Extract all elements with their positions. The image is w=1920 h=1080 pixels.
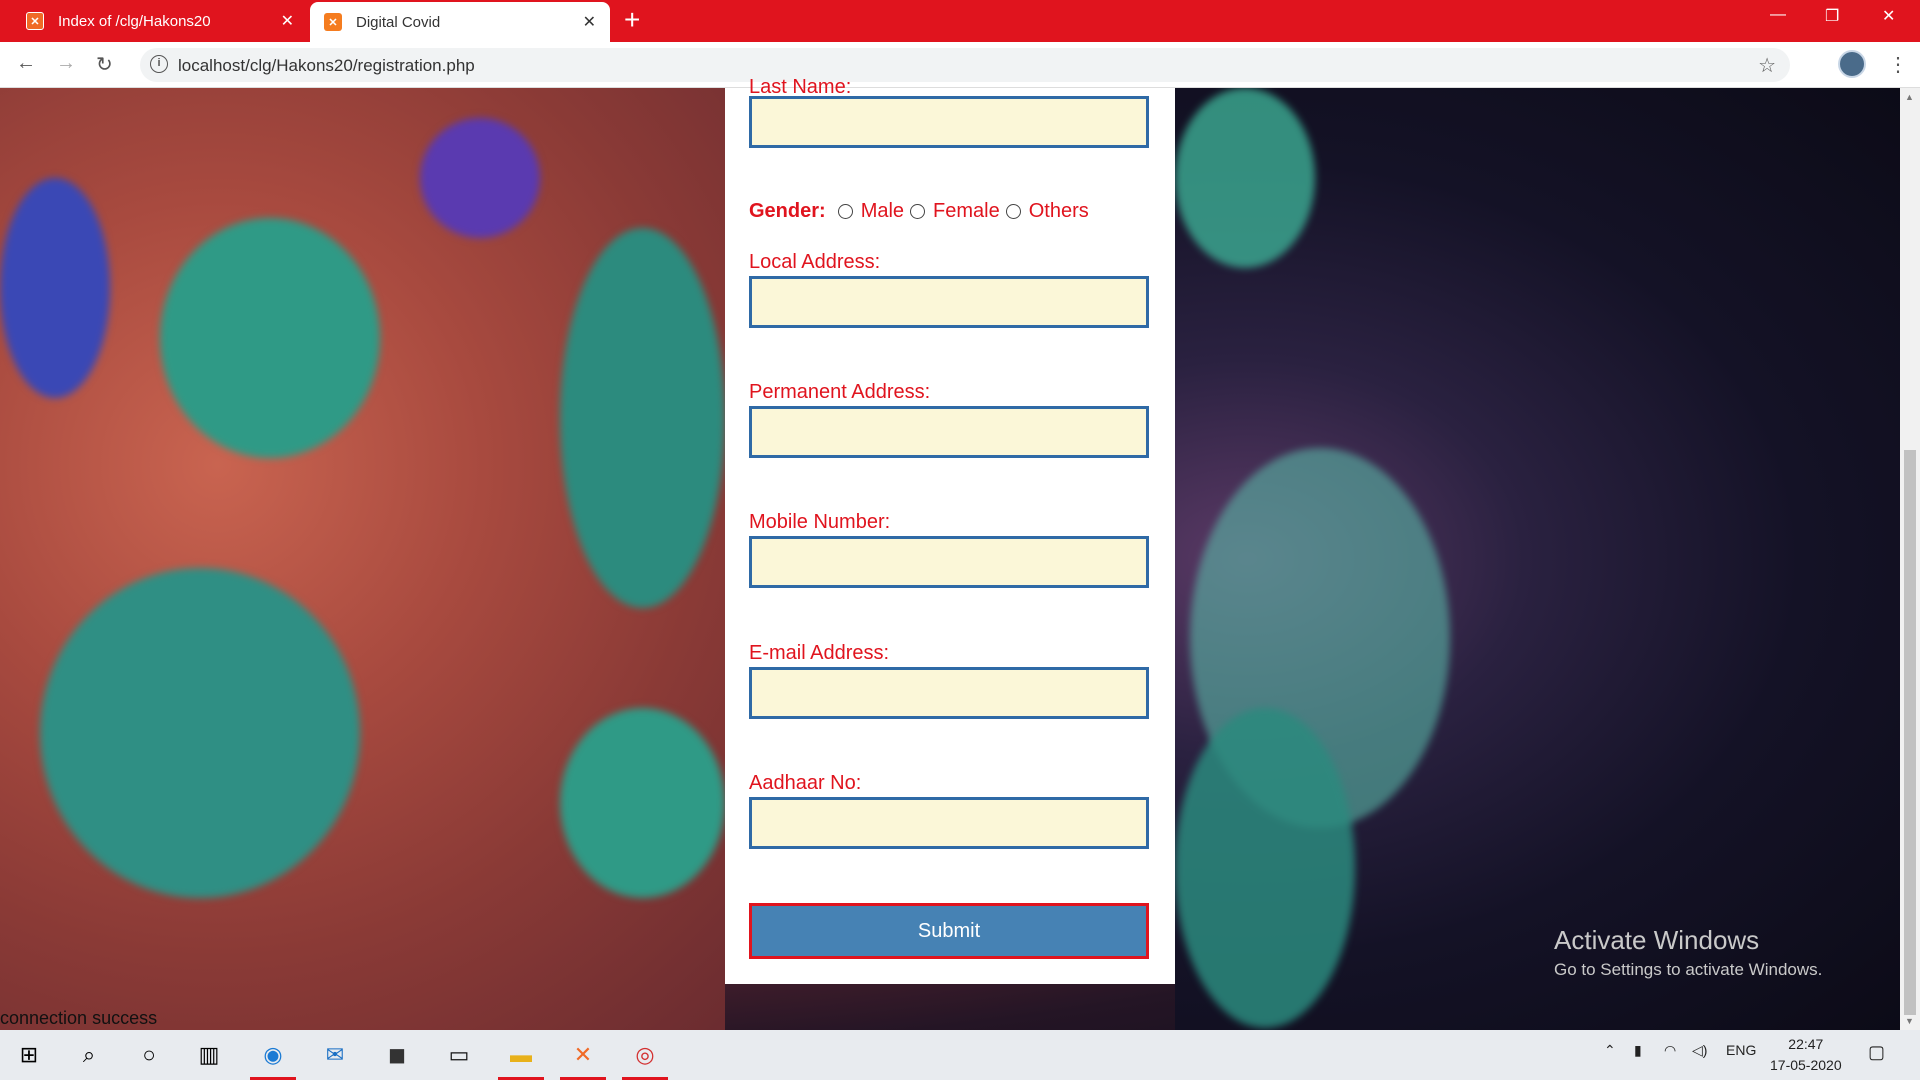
clock-time: 22:47 [1788,1036,1824,1052]
connection-status: connection success [0,1008,158,1028]
cortana-icon[interactable]: ○ [120,1030,178,1080]
page-scrollbar[interactable]: ▲ ▼ [1900,88,1920,1030]
watermark-subtitle: Go to Settings to activate Windows. [1554,960,1823,979]
email-label: E-mail Address: [749,642,890,664]
local-address-label: Local Address: [749,251,881,273]
restore-button[interactable]: ❐ [1825,6,1839,26]
protein-blob [1175,708,1355,1028]
store-icon[interactable]: ◼ [368,1030,426,1080]
back-icon[interactable]: ← [16,52,36,75]
tab-title: Digital Covid [356,13,441,31]
last-name-input[interactable] [749,96,1149,148]
minimize-button[interactable]: — [1770,6,1786,24]
protein-blob [40,568,360,898]
male-radio[interactable] [837,204,853,219]
notifications-icon[interactable]: ▢ [1868,1042,1885,1063]
email-input[interactable] [749,667,1149,719]
browser-menu-icon[interactable]: ⋮ [1888,52,1908,77]
mobile-number-label: Mobile Number: [749,511,891,533]
clock[interactable]: 22:47 17-05-2020 [1770,1034,1842,1076]
battery-icon[interactable]: ▮ [1634,1042,1642,1059]
xampp-icon: ✕ [26,12,44,30]
clock-date: 17-05-2020 [1770,1057,1842,1073]
protein-blob [0,178,110,398]
url-text[interactable]: localhost/clg/Hakons20/registration.php [178,56,475,76]
task-view-icon[interactable]: ▥ [180,1030,238,1080]
omnibox[interactable]: i localhost/clg/Hakons20/registration.ph… [140,48,1790,82]
gender-group: Gender: Male Female Others [749,200,1089,223]
bookmark-star-icon[interactable]: ☆ [1758,53,1776,78]
taskbar: ⊞ ⌕ ○ ▥ ◉ ✉ ◼ ▭ ▬ ✕ ◎ ⌃ ▮ ◠ ◁) ENG 22:47… [0,1030,1920,1080]
aadhaar-label: Aadhaar No: [749,772,862,794]
close-icon[interactable]: ✕ [281,11,294,31]
tab-strip: ✕ Index of /clg/Hakons20 ✕ ✕ Digital Cov… [0,0,1920,42]
protein-blob [420,118,540,238]
window-close-button[interactable]: ✕ [1882,6,1895,26]
scroll-down-icon[interactable]: ▼ [1905,1016,1914,1026]
tab-title: Index of /clg/Hakons20 [58,12,211,30]
reload-icon[interactable]: ↻ [96,52,113,77]
others-label: Others [1028,200,1089,222]
gender-label: Gender: [749,200,826,222]
local-address-input[interactable] [749,276,1149,328]
new-tab-button[interactable]: + [624,4,640,36]
chevron-up-icon[interactable]: ⌃ [1604,1042,1616,1059]
file-explorer-icon[interactable]: ▬ [492,1030,550,1080]
scroll-up-icon[interactable]: ▲ [1905,92,1914,102]
address-bar: ← → ↻ i localhost/clg/Hakons20/registrat… [0,42,1920,88]
tab-digital-covid[interactable]: ✕ Digital Covid ✕ [310,2,610,42]
xampp-icon[interactable]: ✕ [554,1030,612,1080]
search-icon[interactable]: ⌕ [60,1030,118,1080]
language-indicator[interactable]: ENG [1726,1042,1756,1058]
female-radio[interactable] [910,204,926,219]
xampp-icon: ✕ [324,13,342,31]
edge-icon[interactable]: ◉ [244,1030,302,1080]
volume-icon[interactable]: ◁) [1692,1042,1707,1059]
forward-icon[interactable]: → [56,52,76,75]
terminal-icon[interactable]: ▭ [430,1030,488,1080]
chrome-icon[interactable]: ◎ [616,1030,674,1080]
protein-blob [560,228,725,608]
windows-start-icon[interactable]: ⊞ [0,1030,58,1080]
close-icon[interactable]: ✕ [583,12,596,32]
watermark-title: Activate Windows [1554,925,1760,955]
scroll-thumb[interactable] [1904,450,1916,1015]
protein-blob [560,708,725,898]
male-label: Male [860,200,905,222]
permanent-address-label: Permanent Address: [749,381,931,403]
permanent-address-input[interactable] [749,406,1149,458]
protein-blob [160,218,380,458]
activate-windows-watermark: Activate Windows Go to Settings to activ… [1554,925,1822,980]
wifi-icon[interactable]: ◠ [1664,1042,1676,1059]
registration-form: Last Name: Gender: Male Female Others Lo… [725,76,1175,984]
female-label: Female [933,200,1000,222]
aadhaar-input[interactable] [749,797,1149,849]
profile-avatar[interactable] [1838,50,1866,78]
info-icon[interactable]: i [150,55,168,73]
submit-button[interactable]: Submit [749,903,1149,959]
tab-index[interactable]: ✕ Index of /clg/Hakons20 ✕ [0,0,308,42]
others-radio[interactable] [1005,204,1021,219]
protein-blob [1175,88,1315,268]
mobile-number-input[interactable] [749,536,1149,588]
mail-icon[interactable]: ✉ [306,1030,364,1080]
